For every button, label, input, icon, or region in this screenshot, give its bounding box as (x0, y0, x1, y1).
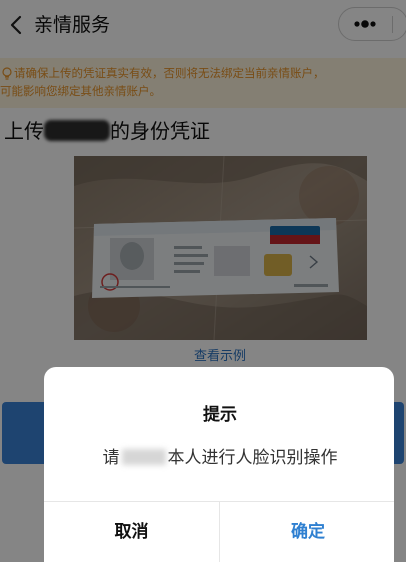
confirm-button[interactable]: 确定 (220, 502, 394, 562)
cancel-button[interactable]: 取消 (44, 502, 219, 562)
dialog-message-suffix: 本人进行人脸识别操作 (167, 448, 338, 468)
dialog-message-prefix: 请 (102, 448, 120, 468)
dialog-title: 提示 (203, 405, 237, 425)
redacted-name (121, 449, 166, 465)
confirm-dialog: 提示 请 本人进行人脸识别操作 取消 确定 (44, 367, 394, 562)
dialog-message: 请 本人进行人脸识别操作 (44, 446, 394, 470)
